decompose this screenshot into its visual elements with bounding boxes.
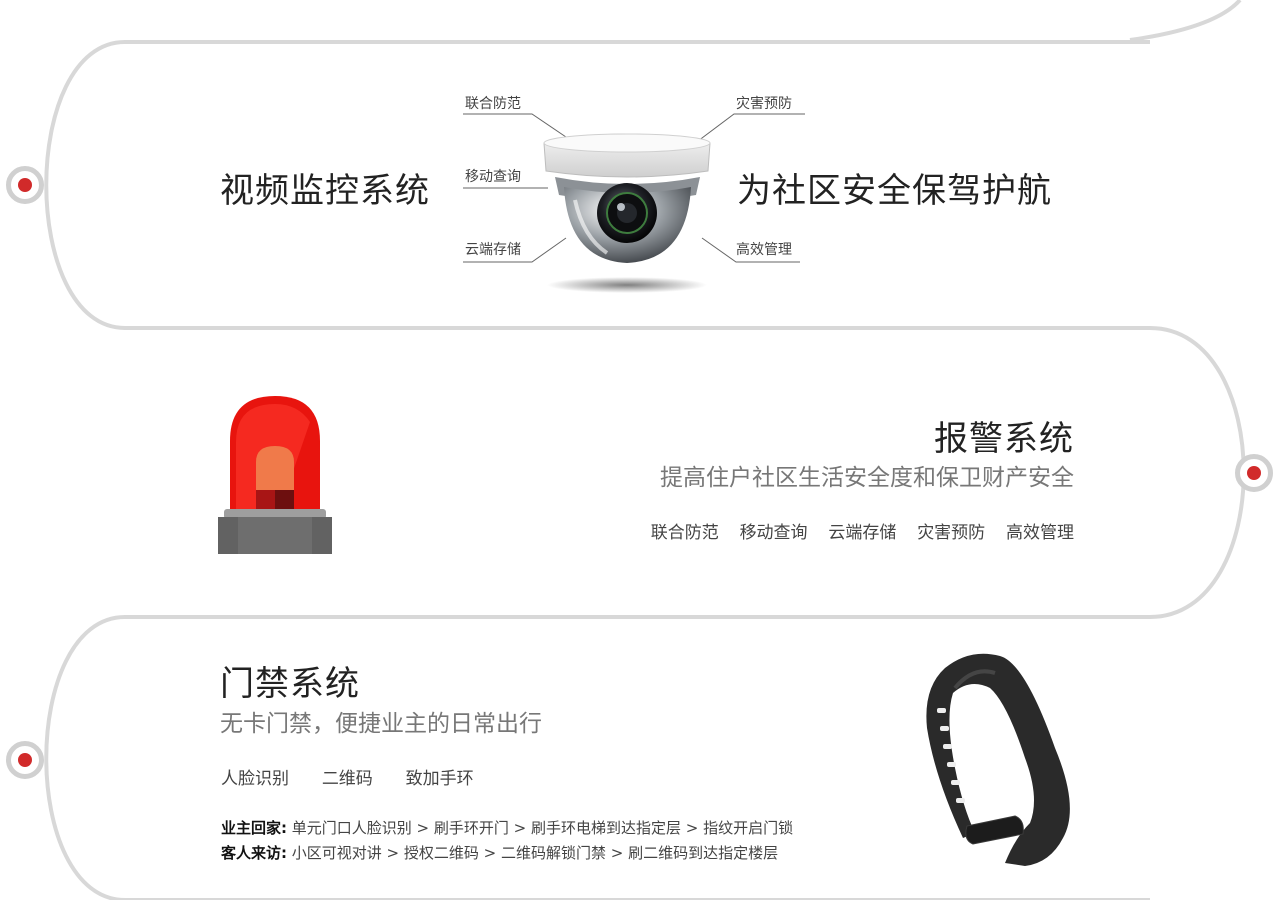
timeline-marker-alarm bbox=[1235, 454, 1273, 492]
access-subtitle: 无卡门禁，便捷业主的日常出行 bbox=[220, 711, 542, 737]
timeline-marker-access bbox=[6, 741, 44, 779]
guest-flow-line: 客人来访: 小区可视对讲 > 授权二维码 > 二维码解锁门禁 > 刷二维码到达指… bbox=[221, 842, 778, 863]
owner-flow-label: 业主回家: bbox=[221, 819, 287, 837]
owner-flow-steps: 单元门口人脸识别 > 刷手环开门 > 刷手环电梯到达指定层 > 指纹开启门锁 bbox=[291, 819, 794, 837]
access-feature-list: 人脸识别 二维码 致加手环 bbox=[221, 764, 474, 789]
alarm-feature-item: 云端存储 bbox=[828, 523, 897, 543]
access-feature-item: 致加手环 bbox=[405, 769, 474, 789]
alarm-siren-illustration bbox=[218, 396, 332, 554]
alarm-feature-item: 灾害预防 bbox=[917, 523, 986, 543]
access-feature-item: 二维码 bbox=[321, 769, 373, 789]
alarm-title: 报警系统 bbox=[934, 419, 1074, 459]
guest-flow-label: 客人来访: bbox=[221, 844, 287, 862]
alarm-feature-list: 联合防范 移动查询 云端存储 灾害预防 高效管理 bbox=[651, 518, 1074, 543]
smart-wristband-illustration bbox=[926, 653, 1070, 866]
guest-flow-steps: 小区可视对讲 > 授权二维码 > 二维码解锁门禁 > 刷二维码到达指定楼层 bbox=[291, 844, 779, 862]
access-title: 门禁系统 bbox=[220, 664, 360, 704]
dome-camera-illustration bbox=[543, 133, 711, 293]
alarm-subtitle: 提高住户社区生活安全度和保卫财产安全 bbox=[660, 465, 1074, 491]
alarm-feature-item: 高效管理 bbox=[1006, 523, 1074, 543]
access-feature-item: 人脸识别 bbox=[221, 769, 289, 789]
alarm-feature-item: 联合防范 bbox=[650, 523, 719, 543]
owner-flow-line: 业主回家: 单元门口人脸识别 > 刷手环开门 > 刷手环电梯到达指定层 > 指纹… bbox=[221, 817, 793, 838]
alarm-feature-item: 移动查询 bbox=[739, 523, 808, 543]
